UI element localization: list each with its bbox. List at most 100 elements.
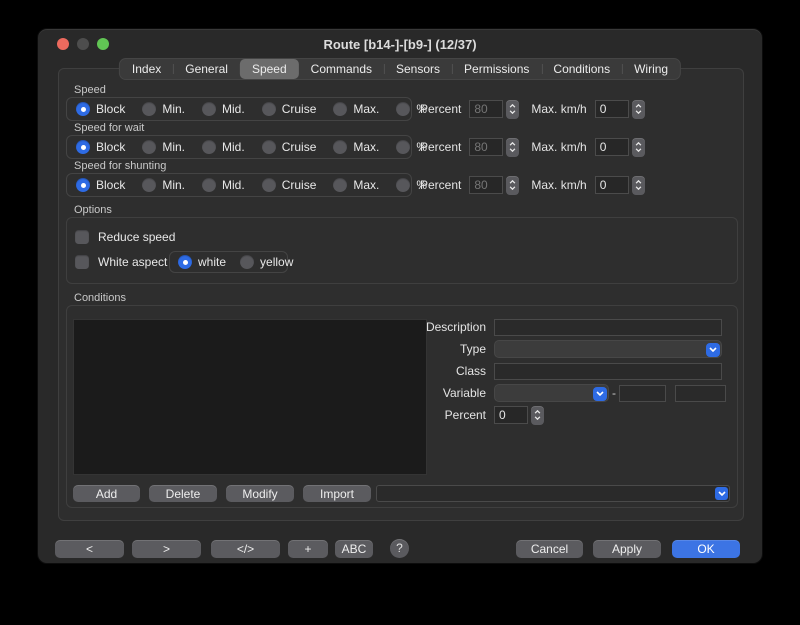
reduce-speed-option[interactable]: Reduce speed — [75, 230, 175, 244]
radio-mid[interactable]: Mid. — [202, 102, 245, 116]
tab-commands[interactable]: Commands — [299, 59, 384, 79]
condition-percent-stepper[interactable] — [531, 406, 544, 425]
variable-label: Variable — [414, 386, 494, 400]
radio-icon — [262, 178, 276, 192]
radio-block[interactable]: Block — [76, 178, 125, 192]
radio-block[interactable]: Block — [76, 140, 125, 154]
radio-min[interactable]: Min. — [142, 178, 185, 192]
class-input[interactable] — [494, 363, 722, 380]
max-kmh-input[interactable]: 0 — [595, 100, 629, 118]
prev-route-button[interactable]: < — [55, 540, 124, 558]
chevron-down-icon[interactable] — [706, 343, 720, 357]
class-label: Class — [414, 364, 494, 378]
tab-sensors[interactable]: Sensors — [384, 59, 452, 79]
description-label: Description — [414, 320, 494, 334]
radio-max[interactable]: Max. — [333, 140, 379, 154]
tab-general[interactable]: General — [173, 59, 240, 79]
tab-conditions[interactable]: Conditions — [541, 59, 622, 79]
radio-mid[interactable]: Mid. — [202, 140, 245, 154]
checkbox-icon[interactable] — [75, 255, 89, 269]
radio-cruise[interactable]: Cruise — [262, 102, 317, 116]
add-route-button[interactable]: + — [288, 540, 328, 558]
radio-selected-icon — [76, 102, 90, 116]
code-button[interactable]: </> — [211, 540, 280, 558]
stepper-down-icon — [635, 110, 642, 114]
percent-input[interactable]: 80 — [469, 100, 503, 118]
conditions-list[interactable] — [73, 319, 427, 475]
description-row: Description — [414, 318, 722, 336]
radio-icon — [202, 140, 216, 154]
max-kmh-label: Max. km/h — [531, 102, 586, 116]
modify-button[interactable]: Modify — [226, 485, 294, 502]
speed-tab-panel: Speed Block Min. Mid. Cruise Max. % Perc… — [58, 68, 744, 521]
chevron-down-icon[interactable] — [593, 387, 607, 401]
radio-mid[interactable]: Mid. — [202, 178, 245, 192]
percent-input[interactable]: 80 — [469, 176, 503, 194]
percent-stepper[interactable] — [506, 176, 519, 195]
description-input[interactable] — [494, 319, 722, 336]
max-kmh-stepper[interactable] — [632, 100, 645, 119]
tab-speed[interactable]: Speed — [240, 59, 299, 79]
white-aspect-option[interactable]: White aspect — [75, 255, 167, 269]
radio-icon — [202, 102, 216, 116]
variable-row: Variable - — [414, 384, 726, 402]
variable-dropdown[interactable] — [494, 384, 609, 402]
type-label: Type — [414, 342, 494, 356]
variable-to-input[interactable] — [675, 385, 726, 402]
condition-import-dropdown[interactable] — [376, 485, 730, 502]
tab-permissions[interactable]: Permissions — [452, 59, 541, 79]
radio-yellow[interactable]: yellow — [240, 255, 293, 269]
tab-index[interactable]: Index — [120, 59, 173, 79]
cancel-button[interactable]: Cancel — [516, 540, 583, 558]
condition-percent-input[interactable]: 0 — [494, 406, 528, 424]
desktop-background: Route [b14-]-[b9-] (12/37) Index General… — [0, 0, 800, 625]
help-button[interactable]: ? — [390, 539, 409, 558]
radio-selected-icon — [76, 140, 90, 154]
stepper-up-icon — [509, 104, 516, 108]
stepper-up-icon — [509, 180, 516, 184]
radio-max[interactable]: Max. — [333, 102, 379, 116]
speed-wait-radio-group: Block Min. Mid. Cruise Max. % — [66, 135, 412, 159]
max-kmh-stepper[interactable] — [632, 138, 645, 157]
percent-label: Percent — [420, 178, 461, 192]
radio-icon — [262, 140, 276, 154]
percent-label: Percent — [420, 102, 461, 116]
radio-selected-icon — [76, 178, 90, 192]
radio-white[interactable]: white — [178, 255, 226, 269]
abc-button[interactable]: ABC — [335, 540, 373, 558]
max-kmh-stepper[interactable] — [632, 176, 645, 195]
percent-label: Percent — [420, 140, 461, 154]
percent-row: Percent 0 — [414, 406, 544, 424]
percent-stepper[interactable] — [506, 100, 519, 119]
route-dialog-window: Route [b14-]-[b9-] (12/37) Index General… — [37, 28, 763, 564]
stepper-up-icon — [635, 142, 642, 146]
radio-icon — [142, 102, 156, 116]
percent-input[interactable]: 80 — [469, 138, 503, 156]
type-dropdown[interactable] — [494, 340, 722, 358]
radio-cruise[interactable]: Cruise — [262, 178, 317, 192]
class-row: Class — [414, 362, 722, 380]
checkbox-icon[interactable] — [75, 230, 89, 244]
variable-from-input[interactable] — [619, 385, 666, 402]
max-kmh-input[interactable]: 0 — [595, 176, 629, 194]
titlebar[interactable]: Route [b14-]-[b9-] (12/37) — [38, 29, 762, 59]
radio-block[interactable]: Block — [76, 102, 125, 116]
radio-cruise[interactable]: Cruise — [262, 140, 317, 154]
radio-max[interactable]: Max. — [333, 178, 379, 192]
radio-icon — [333, 102, 347, 116]
add-button[interactable]: Add — [73, 485, 140, 502]
apply-button[interactable]: Apply — [593, 540, 661, 558]
radio-min[interactable]: Min. — [142, 102, 185, 116]
max-kmh-input[interactable]: 0 — [595, 138, 629, 156]
stepper-up-icon — [509, 142, 516, 146]
window-title: Route [b14-]-[b9-] (12/37) — [38, 37, 762, 52]
reduce-speed-label: Reduce speed — [98, 230, 175, 244]
chevron-down-icon[interactable] — [715, 487, 728, 500]
percent-stepper[interactable] — [506, 138, 519, 157]
ok-button[interactable]: OK — [672, 540, 740, 558]
next-route-button[interactable]: > — [132, 540, 201, 558]
radio-min[interactable]: Min. — [142, 140, 185, 154]
tab-wiring[interactable]: Wiring — [622, 59, 680, 79]
delete-button[interactable]: Delete — [149, 485, 217, 502]
import-button[interactable]: Import — [303, 485, 371, 502]
